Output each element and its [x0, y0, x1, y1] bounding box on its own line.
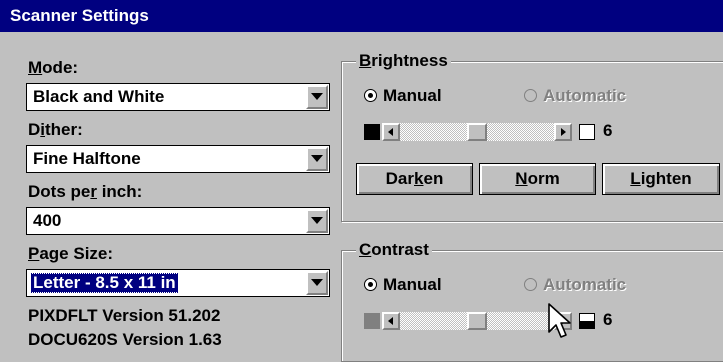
docu-version: DOCU620S Version 1.63	[28, 330, 222, 349]
dpi-label: Dots per inch:	[28, 182, 143, 201]
chevron-down-icon[interactable]	[306, 209, 328, 233]
slider-thumb[interactable]	[467, 312, 487, 330]
scroll-left-icon[interactable]	[382, 123, 400, 141]
contrast-manual-radio[interactable]: Manual	[364, 275, 442, 295]
contrast-value: 6	[603, 310, 613, 329]
chevron-down-icon[interactable]	[306, 271, 328, 295]
chevron-down-icon[interactable]	[306, 85, 328, 109]
lighten-button[interactable]: Lighten	[602, 163, 720, 195]
page-size-dropdown[interactable]: Letter - 8.5 x 11 in	[26, 269, 330, 297]
dither-label: Dither:	[28, 120, 83, 139]
brightness-value: 6	[603, 121, 613, 140]
darken-button[interactable]: Darken	[356, 163, 473, 195]
scroll-right-icon[interactable]	[554, 123, 572, 141]
mode-value: Black and White	[33, 87, 165, 106]
focus-rect	[30, 273, 291, 293]
pixdflt-version: PIXDFLT Version 51.202	[28, 306, 221, 325]
page-size-label: Page Size:	[28, 244, 114, 263]
contrast-slider[interactable]	[382, 312, 572, 330]
mode-label: Mode:	[28, 58, 79, 77]
slider-thumb[interactable]	[467, 123, 487, 141]
mode-dropdown[interactable]: Black and White	[26, 83, 330, 111]
mouse-pointer-icon	[548, 303, 571, 338]
light-swatch-icon	[579, 124, 595, 140]
contrast-group: Contrast	[341, 240, 723, 362]
dpi-dropdown[interactable]: 400	[26, 207, 330, 235]
low-contrast-swatch-icon	[364, 313, 380, 329]
high-contrast-swatch-icon	[579, 313, 595, 329]
radio-icon	[524, 89, 537, 102]
dark-swatch-icon	[364, 124, 380, 140]
dither-dropdown[interactable]: Fine Halftone	[26, 145, 330, 173]
window-title: Scanner Settings	[10, 6, 149, 25]
contrast-automatic-radio[interactable]: Automatic	[524, 275, 626, 295]
window-frame	[0, 32, 8, 351]
scroll-left-icon[interactable]	[382, 312, 400, 330]
contrast-title: Contrast	[356, 240, 432, 260]
dither-value: Fine Halftone	[33, 149, 141, 168]
norm-button[interactable]: Norm	[479, 163, 596, 195]
brightness-slider[interactable]	[382, 123, 572, 141]
dpi-value: 400	[33, 211, 62, 230]
brightness-manual-radio[interactable]: Manual	[364, 86, 442, 106]
brightness-automatic-radio[interactable]: Automatic	[524, 86, 626, 106]
chevron-down-icon[interactable]	[306, 147, 328, 171]
radio-selected-icon	[364, 89, 377, 102]
title-bar[interactable]: Scanner Settings	[0, 0, 723, 32]
radio-icon	[524, 278, 537, 291]
radio-selected-icon	[364, 278, 377, 291]
brightness-title: Brightness	[356, 51, 451, 71]
